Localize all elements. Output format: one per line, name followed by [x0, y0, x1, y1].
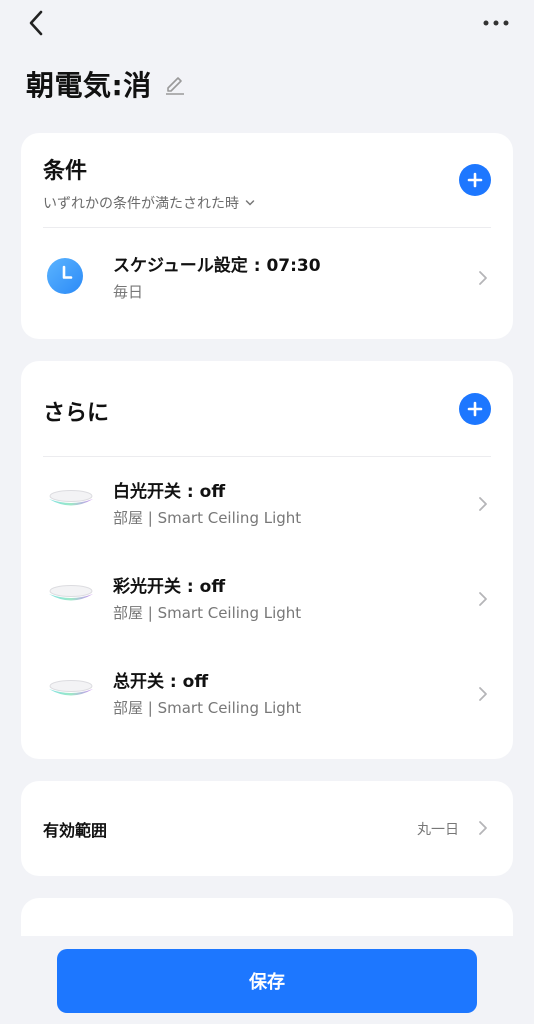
pencil-icon — [165, 77, 184, 95]
top-bar — [0, 0, 534, 48]
action-title: 彩光开关 : off — [113, 577, 226, 597]
ceiling-light-icon — [47, 584, 95, 614]
add-condition-button[interactable] — [459, 164, 491, 196]
page-title: 朝電気:消 — [26, 69, 152, 102]
ceiling-light-icon — [47, 489, 95, 519]
validity-card[interactable]: 有効範囲 丸一日 — [21, 781, 513, 876]
action-item[interactable]: 总开关 : off 部屋 | Smart Ceiling Light — [21, 659, 513, 729]
more-options-button[interactable] — [480, 10, 512, 36]
chevron-right-icon — [479, 271, 487, 285]
action-title: 总开关 : off — [113, 672, 209, 692]
edit-title-button[interactable] — [164, 73, 186, 95]
condition-subtitle: 毎日 — [113, 283, 144, 301]
plus-icon — [467, 172, 483, 188]
validity-value: 丸一日 — [417, 821, 459, 838]
conditions-card: 条件 いずれかの条件が満たされた時 スケジュール設定: 07:30 毎日 — [21, 133, 513, 339]
chevron-right-icon — [479, 821, 487, 835]
action-item[interactable]: 彩光开关 : off 部屋 | Smart Ceiling Light — [21, 564, 513, 634]
match-mode-label: いずれかの条件が満たされた時 — [43, 196, 239, 212]
chevron-down-icon — [245, 200, 255, 206]
actions-heading: さらに — [43, 401, 110, 426]
action-subtitle: 部屋 | Smart Ceiling Light — [113, 699, 302, 717]
save-button[interactable]: 保存 — [57, 949, 477, 1013]
action-subtitle: 部屋 | Smart Ceiling Light — [113, 509, 302, 527]
plus-icon — [467, 401, 483, 417]
condition-item[interactable]: スケジュール設定 : 07:30 毎日 — [21, 243, 513, 313]
condition-title: スケジュール設定 : 07:30 — [113, 256, 321, 276]
divider — [43, 456, 491, 457]
actions-card: さらに 白光开关 : off 部屋 | Smart Ceiling Light … — [21, 361, 513, 759]
match-mode-selector[interactable]: いずれかの条件が満たされた時 — [43, 193, 491, 213]
bottom-bar: 保存 — [0, 936, 534, 1024]
conditions-heading: 条件 — [43, 159, 88, 184]
add-action-button[interactable] — [459, 393, 491, 425]
back-button[interactable] — [22, 8, 50, 38]
chevron-right-icon — [479, 497, 487, 511]
conditions-header: 条件 いずれかの条件が満たされた時 — [43, 153, 491, 213]
actions-header: さらに — [43, 395, 491, 427]
divider — [43, 227, 491, 228]
chevron-right-icon — [479, 687, 487, 701]
more-dots-icon — [483, 20, 509, 26]
action-item[interactable]: 白光开关 : off 部屋 | Smart Ceiling Light — [21, 469, 513, 539]
chevron-right-icon — [479, 592, 487, 606]
action-subtitle: 部屋 | Smart Ceiling Light — [113, 604, 302, 622]
title-row: 朝電気:消 — [26, 64, 186, 104]
validity-label: 有効範囲 — [43, 820, 108, 840]
action-title: 白光开关 : off — [113, 482, 226, 502]
clock-icon — [47, 258, 83, 298]
chevron-left-icon — [29, 10, 43, 36]
ceiling-light-icon — [47, 679, 95, 709]
